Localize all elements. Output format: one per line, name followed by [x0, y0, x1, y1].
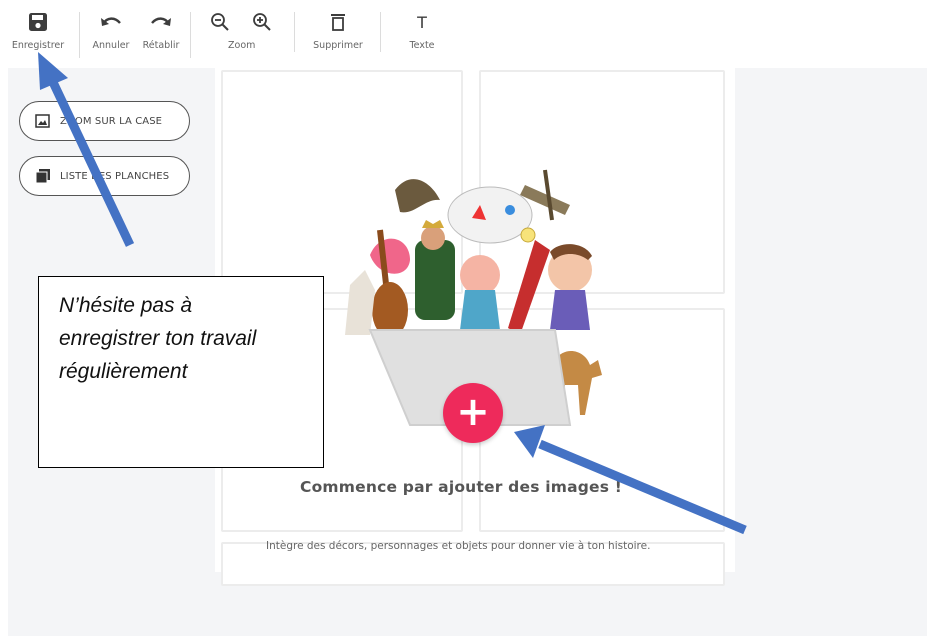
page-list-button[interactable]: LISTE DES PLANCHES	[19, 156, 190, 196]
delete-button[interactable]: Supprimer	[308, 10, 368, 51]
undo-button[interactable]: Annuler	[89, 10, 133, 51]
page-list-label: LISTE DES PLANCHES	[60, 170, 170, 182]
empty-state-subtitle: Intègre des décors, personnages et objet…	[266, 540, 651, 552]
text-button[interactable]: T Texte	[402, 10, 442, 52]
toolbar-divider	[79, 12, 80, 58]
zoom-label: Zoom	[228, 40, 256, 51]
zoom-out-button[interactable]	[208, 10, 232, 34]
image-icon	[34, 113, 50, 129]
empty-state-title: Commence par ajouter des images !	[300, 478, 623, 496]
zoom-cell-button[interactable]: ZOOM SUR LA CASE	[19, 101, 190, 141]
trash-icon	[329, 10, 347, 34]
callout-line: N’hésite pas à	[59, 294, 193, 317]
zoom-cell-label: ZOOM SUR LA CASE	[60, 115, 163, 127]
delete-label: Supprimer	[313, 40, 363, 51]
floppy-disk-icon	[28, 10, 48, 34]
save-label: Enregistrer	[11, 40, 65, 51]
zoom-in-button[interactable]	[250, 10, 274, 34]
plus-icon: +	[456, 388, 490, 435]
save-button[interactable]: Enregistrer	[8, 10, 68, 51]
pages-icon	[34, 168, 50, 184]
redo-icon	[149, 10, 173, 34]
undo-icon	[99, 10, 123, 34]
undo-label: Annuler	[92, 40, 130, 51]
add-image-button[interactable]: +	[443, 383, 503, 443]
callout-box: N’hésite pas à enregistrer ton travail r…	[38, 276, 324, 468]
text-glyph: T	[417, 12, 427, 32]
toolbar-divider	[190, 12, 191, 58]
redo-button[interactable]: Rétablir	[139, 10, 183, 51]
callout-line: régulièrement	[59, 360, 188, 383]
zoom-in-icon	[252, 10, 272, 34]
callout-line: enregistrer ton travail	[59, 327, 257, 350]
zoom-out-icon	[210, 10, 230, 34]
text-icon: T	[417, 10, 427, 34]
text-label: Texte	[409, 40, 435, 51]
redo-label: Rétablir	[142, 40, 180, 51]
